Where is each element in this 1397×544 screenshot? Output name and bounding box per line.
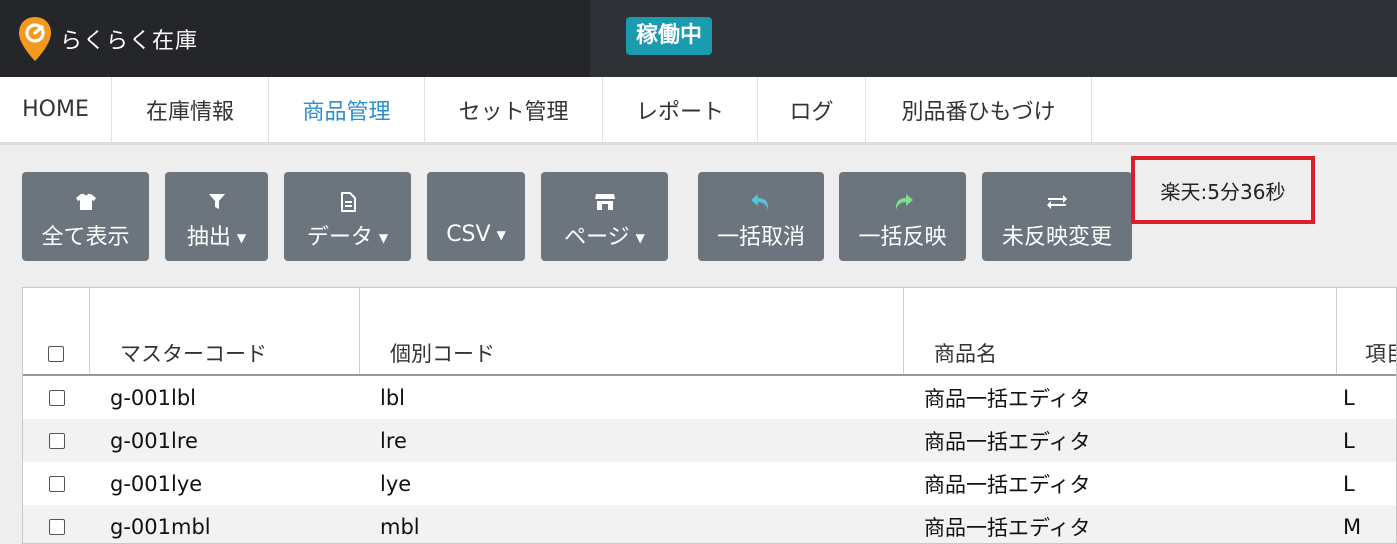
item-cell: L [1343,471,1355,496]
shirt-icon [75,189,97,215]
header-product-name[interactable]: 商品名 [904,288,1337,374]
table-header: マスターコード 個別コード 商品名 項目 [23,288,1396,376]
product-name-cell: 商品一括エディタ [924,429,1091,454]
rakuten-timer: 楽天:5分36秒 [1131,156,1315,224]
main-nav: HOME 在庫情報 商品管理 セット管理 レポート ログ 別品番ひもづけ [0,77,1397,145]
header-item[interactable]: 項目 [1337,288,1396,374]
caret-down-icon: ▼ [496,228,506,242]
individual-code-cell: lbl [380,385,405,410]
caret-down-icon: ▼ [378,230,389,245]
table-row[interactable]: g-001lre lre 商品一括エディタ L [23,419,1396,462]
row-checkbox[interactable] [48,389,65,406]
item-cell: M [1343,514,1362,539]
filter-icon [208,189,226,215]
nav-set-management[interactable]: セット管理 [425,77,603,142]
master-code-cell: g-001lbl [110,385,196,410]
header-individual-code[interactable]: 個別コード [360,288,904,374]
individual-code-cell: lre [380,428,407,453]
bulk-cancel-label: 一括取消 [716,224,805,250]
item-cell: L [1343,428,1355,453]
product-table: マスターコード 個別コード 商品名 項目 g-001lbl lbl 商品一括エデ… [22,287,1397,544]
nav-product-management[interactable]: 商品管理 [269,77,425,142]
map-pin-logo-icon [19,16,51,61]
csv-dropdown-button[interactable]: CSV ▼ [427,172,525,261]
product-name-cell: 商品一括エディタ [924,472,1091,497]
undo-arrow-icon [750,189,772,215]
show-all-label: 全て表示 [41,224,130,250]
unapplied-change-label: 未反映変更 [1001,224,1112,250]
exchange-arrows-icon [1046,189,1068,215]
nav-report[interactable]: レポート [603,77,758,142]
data-dropdown-button[interactable]: データ ▼ [284,172,411,261]
item-cell: L [1343,385,1355,410]
brand[interactable]: らくらく在庫 [0,0,590,77]
master-code-cell: g-001mbl [110,514,211,539]
table-row[interactable]: g-001lye lye 商品一括エディタ L [23,462,1396,505]
nav-inventory[interactable]: 在庫情報 [112,77,269,142]
caret-down-icon: ▼ [236,230,247,245]
product-name-cell: 商品一括エディタ [924,515,1091,540]
header-master-code[interactable]: マスターコード [90,288,360,374]
document-icon [340,189,356,215]
app-name: らくらく在庫 [60,28,199,54]
master-code-cell: g-001lre [110,428,198,453]
unapplied-change-button[interactable]: 未反映変更 [982,172,1132,261]
extract-dropdown-button[interactable]: 抽出 ▼ [165,172,268,261]
row-checkbox[interactable] [48,475,65,492]
caret-down-icon: ▼ [635,230,645,245]
nav-log[interactable]: ログ [758,77,866,142]
bulk-apply-button[interactable]: 一括反映 [839,172,966,261]
select-all-checkbox[interactable] [48,346,64,362]
csv-label: CSV [446,222,491,247]
status-badge: 稼働中 [626,17,713,55]
individual-code-cell: mbl [380,514,420,539]
store-icon [594,189,616,215]
individual-code-cell: lye [380,471,412,496]
table-row[interactable]: g-001mbl mbl 商品一括エディタ M [23,505,1396,543]
page-dropdown-button[interactable]: ページ ▼ [541,172,668,261]
data-label: データ [306,224,373,250]
show-all-button[interactable]: 全て表示 [22,172,149,261]
nav-alt-sku-link[interactable]: 別品番ひもづけ [866,77,1092,142]
master-code-cell: g-001lye [110,471,203,496]
page-label: ページ [564,224,630,250]
extract-label: 抽出 [186,224,231,250]
table-row[interactable]: g-001lbl lbl 商品一括エディタ L [23,376,1396,419]
bulk-apply-label: 一括反映 [858,224,947,250]
select-all-cell [23,288,90,374]
nav-home[interactable]: HOME [0,77,112,142]
redo-arrow-icon [892,189,914,215]
product-name-cell: 商品一括エディタ [924,386,1091,411]
bulk-cancel-button[interactable]: 一括取消 [698,172,824,261]
top-bar: らくらく在庫 稼働中 [0,0,1397,77]
row-checkbox[interactable] [48,518,65,535]
row-checkbox[interactable] [48,432,65,449]
